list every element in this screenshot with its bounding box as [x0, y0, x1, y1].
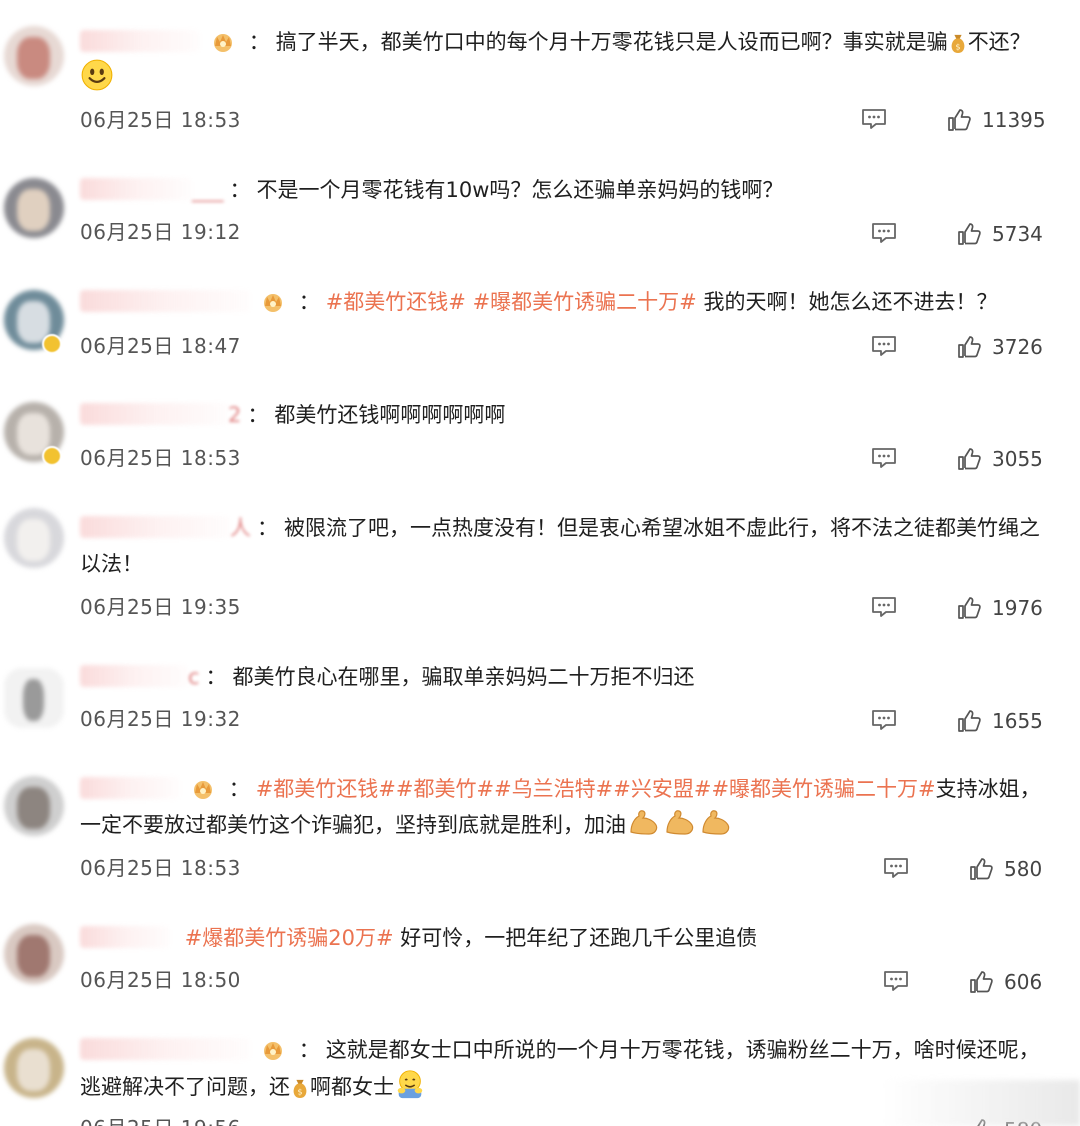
hashtag-link[interactable]: #都美竹还钱##都美竹##乌兰浩特##兴安盟##曝都美竹诱骗二十万#: [256, 777, 936, 801]
like-button[interactable]: 5734: [956, 220, 1043, 248]
username-text[interactable]: c: [188, 665, 200, 689]
username[interactable]: [80, 665, 188, 687]
like-count: 1976: [992, 596, 1043, 620]
comment-bubble-icon[interactable]: [870, 446, 898, 470]
like-count: 580: [1004, 857, 1043, 881]
thumbs-up-icon: [946, 107, 972, 133]
comment-time: 06月25日 19:32: [80, 707, 241, 731]
username[interactable]: [80, 178, 192, 200]
avatar[interactable]: [4, 776, 64, 836]
comment-time: 06月25日 19:56: [80, 1112, 241, 1126]
avatar[interactable]: [4, 924, 64, 984]
comment-bubble-icon[interactable]: [870, 708, 898, 732]
username[interactable]: [80, 1038, 250, 1060]
crown-badge-icon: [209, 31, 237, 53]
crown-badge-icon: [259, 1039, 287, 1061]
like-button[interactable]: 3055: [956, 445, 1043, 473]
thumbs-up-icon: [956, 221, 982, 247]
crown-badge-icon: [259, 291, 287, 313]
money-bag-emoji-icon: [290, 1076, 310, 1100]
username-text[interactable]: ___: [192, 178, 224, 202]
avatar[interactable]: [4, 178, 64, 238]
avatar[interactable]: [4, 508, 64, 568]
comment-text: ：搞了半天，都美竹口中的每个月十万零花钱只是人设而已啊？事实就是骗 不还？: [80, 24, 1060, 60]
thumbs-up-icon: [968, 969, 994, 995]
username[interactable]: [80, 926, 170, 948]
comment-bubble-icon[interactable]: [882, 969, 910, 993]
flexed-biceps-emoji-icon: [698, 808, 734, 838]
thumbs-up-icon: [956, 595, 982, 621]
comment-time: 06月25日 18:53: [80, 446, 241, 470]
comment-time: 06月25日 18:50: [80, 968, 241, 992]
like-button[interactable]: 1976: [956, 594, 1043, 622]
comment-text: 2：都美竹还钱啊啊啊啊啊啊: [80, 397, 1060, 433]
comment-bubble-icon[interactable]: [860, 107, 888, 131]
comment-text: c：都美竹良心在哪里，骗取单亲妈妈二十万拒不归还: [80, 659, 1060, 695]
comment-bubble-icon[interactable]: [870, 595, 898, 619]
comment-time: 06月25日 18:47: [80, 334, 241, 358]
comment-text: #爆都美竹诱骗20万# 好可怜，一把年纪了还跑几千公里追债: [80, 920, 1060, 956]
comment-text-line2: [80, 58, 1060, 97]
like-count: 3726: [992, 335, 1043, 359]
avatar[interactable]: [4, 1038, 64, 1098]
hashtag-link[interactable]: #爆都美竹诱骗20万#: [185, 926, 394, 950]
avatar[interactable]: [4, 668, 64, 728]
comment-text: ： #都美竹还钱##都美竹##乌兰浩特##兴安盟##曝都美竹诱骗二十万#支持冰姐，…: [80, 777, 1041, 838]
like-count: 11395: [982, 108, 1046, 132]
like-count: 606: [1004, 970, 1043, 994]
hashtag-link[interactable]: #都美竹还钱#: [326, 290, 466, 314]
thumbs-up-icon: [956, 334, 982, 360]
hugging-emoji-icon: [394, 1068, 426, 1100]
comment-bubble-icon[interactable]: [870, 221, 898, 245]
like-button[interactable]: 11395: [946, 106, 1046, 134]
hashtag-link[interactable]: #曝都美竹诱骗二十万#: [473, 290, 697, 314]
like-button[interactable]: 3726: [956, 333, 1043, 361]
smile-emoji-icon: [80, 58, 114, 92]
username[interactable]: [80, 777, 180, 799]
username-text[interactable]: 人: [230, 516, 251, 540]
comment-time: 06月25日 19:35: [80, 595, 241, 619]
avatar[interactable]: [4, 26, 64, 86]
money-bag-emoji-icon: [948, 31, 968, 55]
username-text[interactable]: 2: [228, 403, 241, 427]
thumbs-up-icon: [956, 708, 982, 734]
comment-time: 06月25日 18:53: [80, 108, 241, 132]
like-count: 5734: [992, 222, 1043, 246]
flexed-biceps-emoji-icon: [626, 808, 662, 838]
verified-badge-icon: [42, 334, 62, 354]
comment-bubble-icon[interactable]: [870, 334, 898, 358]
flexed-biceps-emoji-icon: [662, 808, 698, 838]
like-button[interactable]: 580: [968, 855, 1042, 883]
like-count: 1655: [992, 709, 1043, 733]
like-count: 3055: [992, 447, 1043, 471]
comment-text: ___：不是一个月零花钱有10w吗？怎么还骗单亲妈妈的钱啊？: [80, 172, 1060, 208]
comment-text: 人：被限流了吧，一点热度没有！但是衷心希望冰姐不虚此行，将不法之徒都美竹绳之以法…: [80, 516, 1040, 576]
like-button[interactable]: 606: [968, 968, 1042, 996]
comment-bubble-icon[interactable]: [882, 856, 910, 880]
username[interactable]: [80, 290, 250, 312]
comment-text: ： #都美竹还钱# #曝都美竹诱骗二十万# 我的天啊！她怎么还不进去！？: [80, 284, 1060, 320]
watermark-overlay: [880, 1080, 1080, 1126]
username[interactable]: [80, 516, 230, 538]
thumbs-up-icon: [968, 856, 994, 882]
verified-badge-icon: [42, 446, 62, 466]
crown-badge-icon: [189, 778, 217, 800]
thumbs-up-icon: [956, 446, 982, 472]
username[interactable]: [80, 403, 228, 425]
username[interactable]: [80, 30, 200, 52]
comment-time: 06月25日 18:53: [80, 856, 241, 880]
like-button[interactable]: 1655: [956, 707, 1043, 735]
comment-time: 06月25日 19:12: [80, 220, 241, 244]
